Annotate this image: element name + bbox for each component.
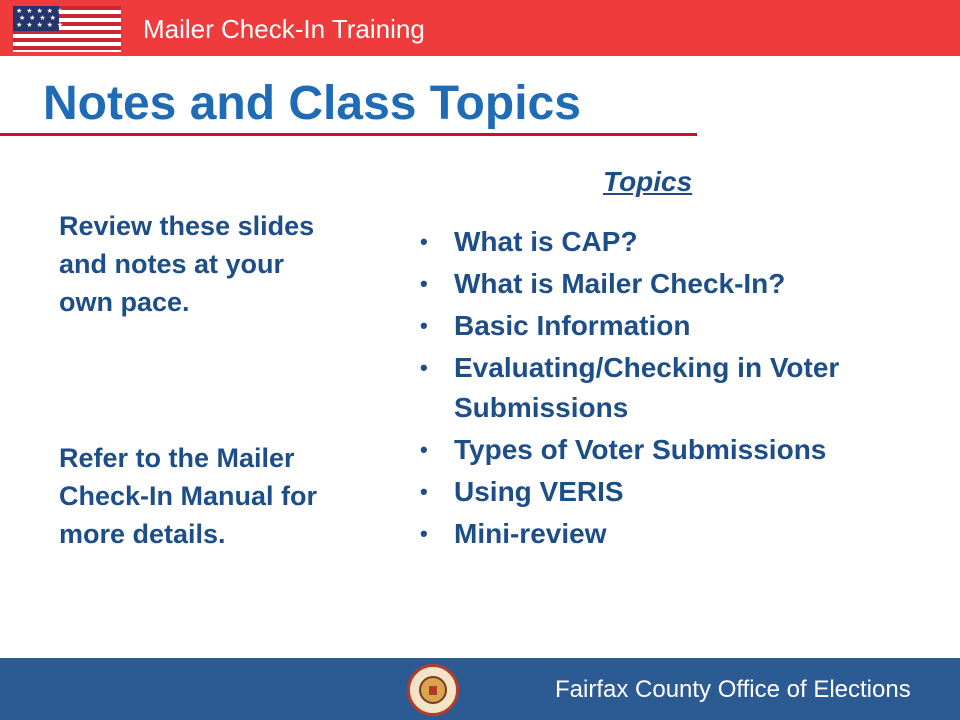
page-title: Notes and Class Topics: [43, 77, 581, 130]
topic-label: Using VERIS: [454, 476, 624, 507]
topic-label: Evaluating/Checking in Voter Submissions: [454, 352, 840, 423]
topic-item: • Using VERIS: [416, 472, 936, 512]
topic-item: • What is Mailer Check-In?: [416, 264, 936, 304]
topic-label: What is Mailer Check-In?: [454, 268, 786, 299]
bullet-icon: •: [420, 229, 428, 254]
county-seal-icon: [407, 664, 459, 716]
topic-label: Mini-review: [454, 518, 607, 549]
title-divider: [0, 133, 697, 136]
flag-stars: ★ ★ ★ ★ ★ ★ ★ ★ ★ ★ ★ ★ ★ ★: [16, 8, 65, 29]
flag-canton: ★ ★ ★ ★ ★ ★ ★ ★ ★ ★ ★ ★ ★ ★: [13, 6, 63, 31]
bullet-icon: •: [420, 437, 428, 462]
note-refer-manual: Refer to the Mailer Check-In Manual for …: [59, 443, 318, 549]
topics-list: • What is CAP? • What is Mailer Check-In? …: [416, 222, 936, 556]
topic-label: What is CAP?: [454, 226, 638, 257]
footer-organization: Fairfax County Office of Elections: [555, 676, 911, 703]
topic-item: • What is CAP?: [416, 222, 936, 262]
topic-item: • Mini-review: [416, 514, 936, 554]
us-flag-icon: ★ ★ ★ ★ ★ ★ ★ ★ ★ ★ ★ ★ ★ ★: [13, 6, 121, 52]
header-bar: ★ ★ ★ ★ ★ ★ ★ ★ ★ ★ ★ ★ ★ ★ Mailer Check…: [0, 0, 960, 56]
note-review-slides: Review these slides and notes at your ow…: [59, 211, 315, 317]
seal-center: [419, 676, 447, 704]
topic-item: • Types of Voter Submissions: [416, 430, 936, 470]
topic-item: • Evaluating/Checking in Voter Submission…: [416, 348, 936, 428]
topics-heading: Topics: [603, 166, 693, 197]
topic-item: • Basic Information: [416, 306, 936, 346]
bullet-icon: •: [420, 521, 428, 546]
bullet-icon: •: [420, 355, 428, 380]
topic-label: Types of Voter Submissions: [454, 434, 827, 465]
bullet-icon: •: [420, 479, 428, 504]
header-title: Mailer Check-In Training: [143, 14, 425, 44]
topic-label: Basic Information: [454, 310, 691, 341]
bullet-icon: •: [420, 313, 428, 338]
bullet-icon: •: [420, 271, 428, 296]
seal-shield-icon: [429, 686, 437, 695]
